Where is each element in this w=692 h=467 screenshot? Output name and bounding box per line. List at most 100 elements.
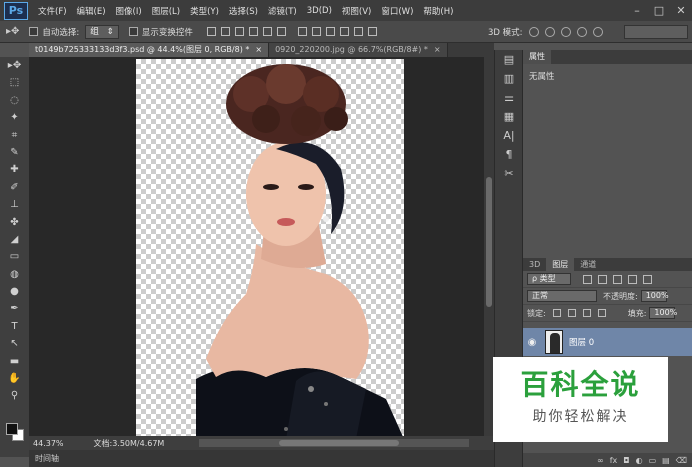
canvas-area[interactable] [29,57,484,436]
menu-file[interactable]: 文件(F) [38,5,67,17]
menu-3d[interactable]: 3D(D) [307,6,332,16]
filter-adjustment-icon[interactable] [598,274,607,284]
hand-tool-icon[interactable]: ✋ [0,370,29,387]
move-tool-icon[interactable]: ▸✥ [0,57,29,74]
clone-stamp-tool-icon[interactable]: ⊥ [0,196,29,213]
opacity-input[interactable]: 100% [640,290,669,302]
minimize-button[interactable]: – [626,0,648,21]
scale-3d-icon[interactable] [592,27,603,37]
layer-name[interactable]: 图层 0 [569,336,594,348]
eraser-tool-icon[interactable]: ◢ [0,231,29,248]
layer-style-icon[interactable]: fx [610,456,618,465]
tab-channels[interactable]: 通道 [574,258,602,271]
tab-layers[interactable]: 图层 [546,258,575,271]
foreground-color[interactable] [6,423,18,435]
maximize-button[interactable]: □ [648,0,670,21]
rotate-3d-icon[interactable] [528,27,539,37]
character-icon[interactable]: A| [495,126,523,145]
lasso-tool-icon[interactable]: ◌ [0,92,29,109]
lock-all-icon[interactable] [597,309,606,317]
new-layer-icon[interactable]: ▤ [662,456,670,465]
marquee-tool-icon[interactable]: ⬚ [0,74,29,91]
rectangle-tool-icon[interactable]: ▬ [0,353,29,370]
history-icon[interactable]: ▤ [495,50,523,69]
menu-type[interactable]: 类型(Y) [190,5,219,17]
layer-mask-icon[interactable]: ◘ [623,456,629,465]
vertical-scroll-thumb[interactable] [486,177,492,307]
menu-select[interactable]: 选择(S) [229,5,258,17]
blend-mode-select[interactable]: 正常 [527,290,597,302]
magic-wand-tool-icon[interactable]: ✦ [0,109,29,126]
layer-filter-select[interactable]: ρ 类型 [527,273,571,285]
paragraph-icon[interactable]: ¶ [495,145,523,164]
filter-shape-icon[interactable] [628,274,637,284]
menu-help[interactable]: 帮助(H) [423,5,453,17]
tab-document-psd[interactable]: t0149b725333133d3f3.psd @ 44.4%(图层 0, RG… [29,43,270,57]
auto-select-dropdown[interactable]: 组 ⇕ [85,24,119,39]
menu-edit[interactable]: 编辑(E) [77,5,106,17]
align-hcenter-icon[interactable] [262,27,272,36]
tab-3d[interactable]: 3D [523,258,546,271]
actions-icon[interactable]: ▥ [495,69,523,88]
horizontal-scroll-thumb[interactable] [279,440,399,446]
delete-layer-icon[interactable]: ⌫ [676,456,687,465]
swatches-icon[interactable]: ▦ [495,107,523,126]
lock-image-icon[interactable] [567,309,576,317]
align-vcenter-icon[interactable] [220,27,230,36]
filter-pixel-icon[interactable] [583,274,592,284]
tab-properties[interactable]: 属性 [523,50,551,64]
crop-tool-icon[interactable]: ⌗ [0,127,29,144]
workspace-select[interactable] [624,25,688,39]
show-transform-checkbox[interactable] [128,27,138,36]
blur-tool-icon[interactable]: ◍ [0,266,29,283]
history-brush-tool-icon[interactable]: ✤ [0,214,29,231]
tool-presets-icon[interactable]: ✂ [495,164,523,183]
filter-type-icon[interactable] [613,274,622,284]
layer-row[interactable]: ◉ 图层 0 [523,328,692,356]
menu-window[interactable]: 窗口(W) [381,5,413,17]
distribute-right-icon[interactable] [367,27,377,36]
path-selection-tool-icon[interactable]: ↖ [0,335,29,352]
eye-icon[interactable]: ◉ [523,337,541,348]
dodge-tool-icon[interactable]: ● [0,283,29,300]
tab-document-jpg[interactable]: 0920_220200.jpg @ 66.7%(RGB/8#) * × [269,43,448,57]
zoom-level[interactable]: 44.37% [33,439,64,448]
distribute-vcenter-icon[interactable] [311,27,321,36]
align-bottom-icon[interactable] [234,27,244,36]
adjustments-icon[interactable]: ⚌ [495,88,523,107]
slide-3d-icon[interactable] [576,27,587,37]
filter-smart-object-icon[interactable] [643,274,652,284]
timeline-tab[interactable]: 时间轴 [35,454,59,463]
pan-3d-icon[interactable] [560,27,571,37]
menu-view[interactable]: 视图(V) [342,5,371,17]
move-tool-icon[interactable]: ▸✥ [6,26,19,37]
align-right-icon[interactable] [276,27,286,36]
gradient-tool-icon[interactable]: ▭ [0,248,29,265]
close-icon[interactable]: × [434,43,441,57]
link-layers-icon[interactable]: ∞ [597,456,604,465]
distribute-left-icon[interactable] [339,27,349,36]
new-group-icon[interactable]: ▭ [649,456,657,465]
horizontal-scrollbar[interactable] [199,439,469,447]
brush-tool-icon[interactable]: ✐ [0,179,29,196]
distribute-top-icon[interactable] [297,27,307,36]
lock-transparent-icon[interactable] [552,309,561,317]
menu-image[interactable]: 图像(I) [116,5,142,17]
eyedropper-tool-icon[interactable]: ✎ [0,144,29,161]
menu-filter[interactable]: 滤镜(T) [268,5,297,17]
align-top-icon[interactable] [206,27,216,36]
auto-select-checkbox[interactable] [29,27,39,36]
close-button[interactable]: ✕ [670,0,692,21]
distribute-hcenter-icon[interactable] [353,27,363,36]
roll-3d-icon[interactable] [544,27,555,37]
close-icon[interactable]: × [255,43,262,57]
type-tool-icon[interactable]: T [0,318,29,335]
pen-tool-icon[interactable]: ✒ [0,300,29,317]
document-canvas[interactable] [136,59,404,436]
zoom-tool-icon[interactable]: ⚲ [0,387,29,404]
lock-position-icon[interactable] [582,309,591,317]
fill-input[interactable]: 100% [649,307,677,319]
align-left-icon[interactable] [248,27,258,36]
healing-brush-tool-icon[interactable]: ✚ [0,161,29,178]
menu-layer[interactable]: 图层(L) [152,5,180,17]
